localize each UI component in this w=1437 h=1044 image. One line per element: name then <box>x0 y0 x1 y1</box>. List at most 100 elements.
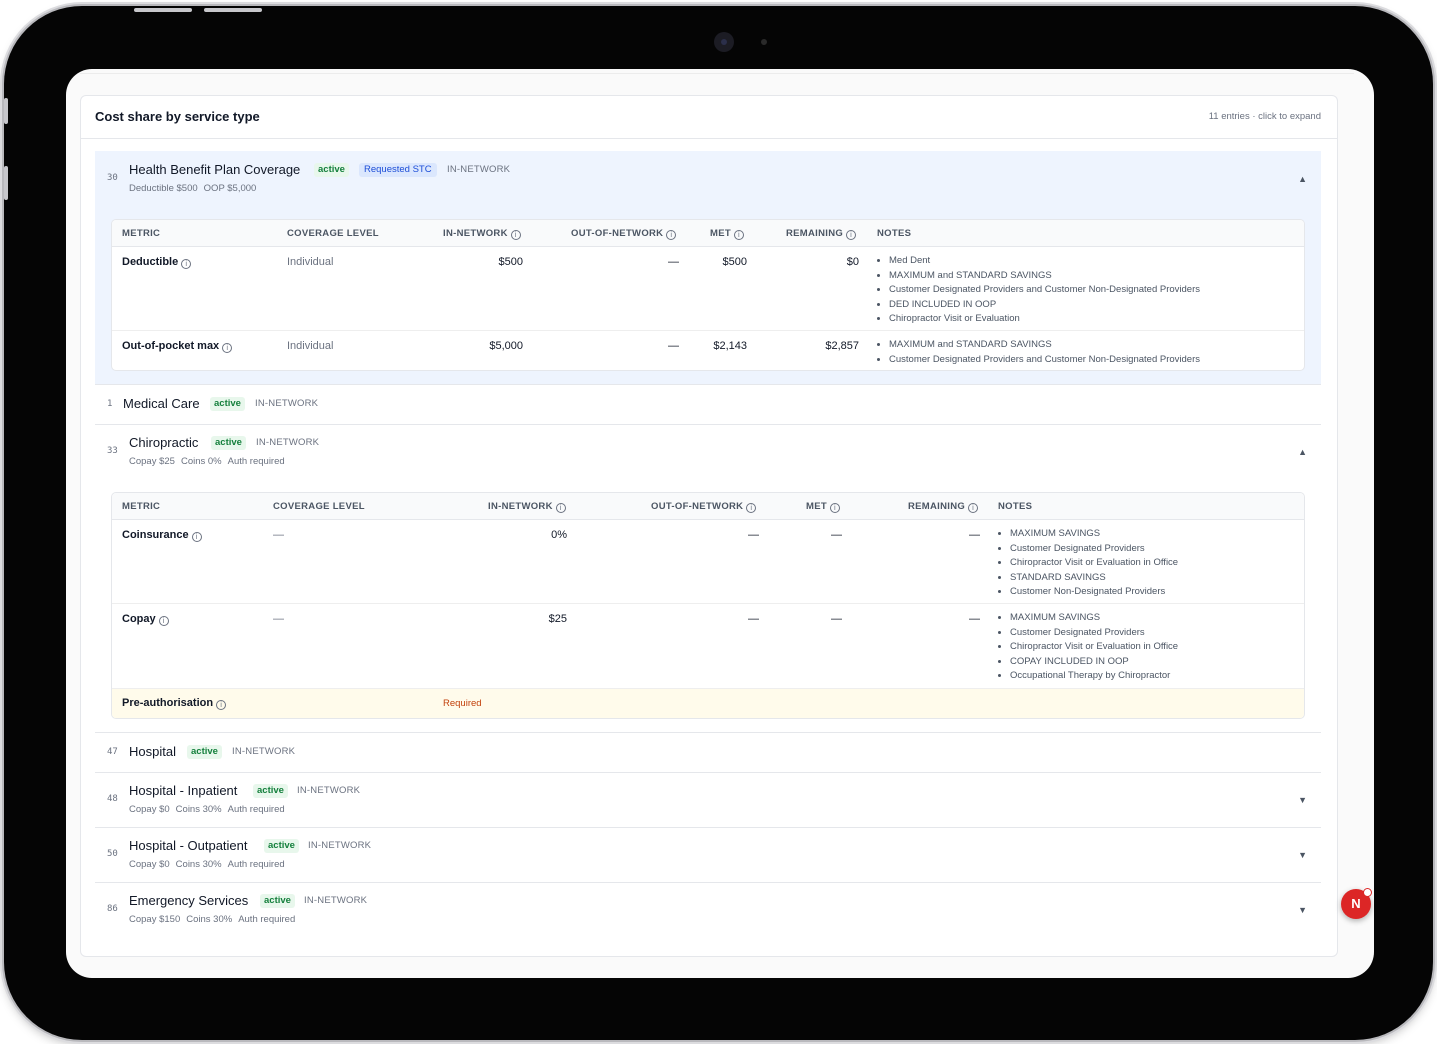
entry-hospital-outpatient[interactable]: 50 Hospital - Outpatient active IN-NETWO… <box>95 827 1321 883</box>
out-network-value: — <box>748 613 759 625</box>
met-value: $500 <box>722 256 747 268</box>
info-icon[interactable]: i <box>510 230 521 240</box>
status-badge: active <box>187 745 222 759</box>
col-remaining: REMAINING i <box>908 501 979 513</box>
entries-hint: 11 entries · click to expand <box>1208 111 1321 122</box>
col-met: MET i <box>806 501 840 513</box>
entry-number: 86 <box>107 904 118 914</box>
table-row: Copayi — $25 — — — MAXIMUM SAVINGS Custo… <box>112 604 1304 689</box>
col-remaining: REMAINING i <box>786 228 857 240</box>
entry-header[interactable]: 33 Chiropractic active IN-NETWORK Copay … <box>95 424 1321 479</box>
entry-name: Medical Care <box>123 396 200 411</box>
entry-summary: Copay $0 Coins 30% Auth required <box>129 859 285 870</box>
note: MAXIMUM SAVINGS <box>1010 611 1178 626</box>
metrics-table: METRIC COVERAGE LEVEL IN-NETWORK i OUT-OF… <box>111 492 1305 719</box>
info-icon[interactable]: i <box>846 230 857 240</box>
note: Chiropractor Visit or Evaluation in Offi… <box>1010 640 1178 655</box>
top-strip <box>66 69 1374 77</box>
remaining-value: — <box>969 529 980 541</box>
entry-summary: Deductible $500 OOP $5,000 <box>129 183 257 194</box>
info-icon[interactable]: i <box>222 343 233 353</box>
note: Occupational Therapy by Chiropractor <box>1010 669 1178 684</box>
coverage-level: — <box>273 613 284 625</box>
col-metric: METRIC <box>122 501 161 512</box>
table-row: Deductiblei Individual $500 — $500 $0 Me… <box>112 247 1304 331</box>
entry-hospital[interactable]: 47 Hospital active IN-NETWORK <box>95 732 1321 773</box>
coverage-level: Individual <box>287 256 334 268</box>
info-icon[interactable]: i <box>733 230 744 240</box>
entry-number: 1 <box>107 399 113 409</box>
info-icon[interactable]: i <box>191 532 202 542</box>
info-icon[interactable]: i <box>216 700 227 710</box>
entry-number: 33 <box>107 446 118 456</box>
in-network-value: $500 <box>498 256 523 268</box>
side-button <box>4 98 8 124</box>
metrics-table: METRIC COVERAGE LEVEL IN-NETWORK i OUT-OF… <box>111 219 1305 371</box>
note: COPAY INCLUDED IN OOP <box>1010 655 1178 670</box>
notes-list: MAXIMUM SAVINGS Customer Designated Prov… <box>998 611 1178 684</box>
status-badge: active <box>211 436 246 450</box>
entry-header[interactable]: 30 Health Benefit Plan Coverage active R… <box>95 151 1321 206</box>
status-badge: active <box>314 163 349 177</box>
coverage-level: — <box>273 529 284 541</box>
note: DED INCLUDED IN OOP <box>889 298 1200 313</box>
entry-summary: Copay $150 Coins 30% Auth required <box>129 914 296 925</box>
screen: Cost share by service type 11 entries · … <box>66 69 1374 978</box>
preauth-required: Required <box>443 698 482 709</box>
network-label: IN-NETWORK <box>308 840 372 851</box>
chevron-down-icon[interactable]: ▼ <box>1298 850 1307 860</box>
remaining-value: $2,857 <box>825 340 859 352</box>
top-button <box>204 8 262 12</box>
remaining-value: — <box>969 613 980 625</box>
network-label: IN-NETWORK <box>255 398 319 409</box>
met-value: — <box>831 613 842 625</box>
in-network-value: $5,000 <box>489 340 523 352</box>
note: Customer Designated Providers <box>1010 542 1178 557</box>
info-icon[interactable]: i <box>158 616 169 626</box>
chevron-up-icon[interactable]: ▲ <box>1298 174 1307 184</box>
info-icon[interactable]: i <box>666 230 677 240</box>
table-row: Coinsurancei — 0% — — — MAXIMUM SAVINGS … <box>112 520 1304 604</box>
out-network-value: — <box>668 256 679 268</box>
in-network-value: 0% <box>551 529 567 541</box>
entry-number: 47 <box>107 747 118 757</box>
entry-name: Health Benefit Plan Coverage <box>129 162 301 177</box>
notes-list: MAXIMUM SAVINGS Customer Designated Prov… <box>998 527 1178 600</box>
metric-name: Coinsurance i <box>122 529 202 542</box>
entry-emergency-services[interactable]: 86 Emergency Services active IN-NETWORK … <box>95 882 1321 937</box>
status-badge: active <box>260 894 295 908</box>
info-icon[interactable]: i <box>829 503 840 513</box>
in-network-value: $25 <box>548 613 567 625</box>
note: Customer Designated Providers <box>1010 626 1178 641</box>
info-icon[interactable]: i <box>746 503 757 513</box>
network-label: IN-NETWORK <box>256 437 320 448</box>
status-badge: active <box>264 839 299 853</box>
entry-health-benefit-plan-coverage: 30 Health Benefit Plan Coverage active R… <box>95 151 1321 385</box>
note: STANDARD SAVINGS <box>1010 571 1178 586</box>
card-title: Cost share by service type <box>95 109 260 124</box>
entry-name: Hospital - Inpatient <box>129 783 238 798</box>
met-value: — <box>831 529 842 541</box>
entry-medical-care[interactable]: 1 Medical Care active IN-NETWORK <box>95 384 1321 425</box>
chevron-up-icon[interactable]: ▲ <box>1298 447 1307 457</box>
remaining-value: $0 <box>846 256 859 268</box>
entry-hospital-inpatient[interactable]: 48 Hospital - Inpatient active IN-NETWOR… <box>95 772 1321 828</box>
info-icon[interactable]: i <box>181 259 192 269</box>
met-value: $2,143 <box>713 340 747 352</box>
chevron-down-icon[interactable]: ▼ <box>1298 905 1307 915</box>
note: MAXIMUM SAVINGS <box>1010 527 1178 542</box>
network-label: IN-NETWORK <box>447 164 511 175</box>
table-header: METRIC COVERAGE LEVEL IN-NETWORK i OUT-OF… <box>112 493 1304 520</box>
note: MAXIMUM and STANDARD SAVINGS <box>889 338 1200 353</box>
col-out-network: OUT-OF-NETWORK i <box>651 501 757 513</box>
table-row: Out-of-pocket max i Individual $5,000 — $… <box>112 331 1304 370</box>
assistant-fab-button[interactable]: N <box>1341 888 1372 919</box>
info-icon[interactable]: i <box>555 503 566 513</box>
network-label: IN-NETWORK <box>297 785 361 796</box>
requested-stc-badge: Requested STC <box>359 163 437 177</box>
col-notes: NOTES <box>877 228 912 239</box>
info-icon[interactable]: i <box>968 503 979 513</box>
col-notes: NOTES <box>998 501 1033 512</box>
table-header: METRIC COVERAGE LEVEL IN-NETWORK i OUT-OF… <box>112 220 1304 247</box>
chevron-down-icon[interactable]: ▼ <box>1298 795 1307 805</box>
